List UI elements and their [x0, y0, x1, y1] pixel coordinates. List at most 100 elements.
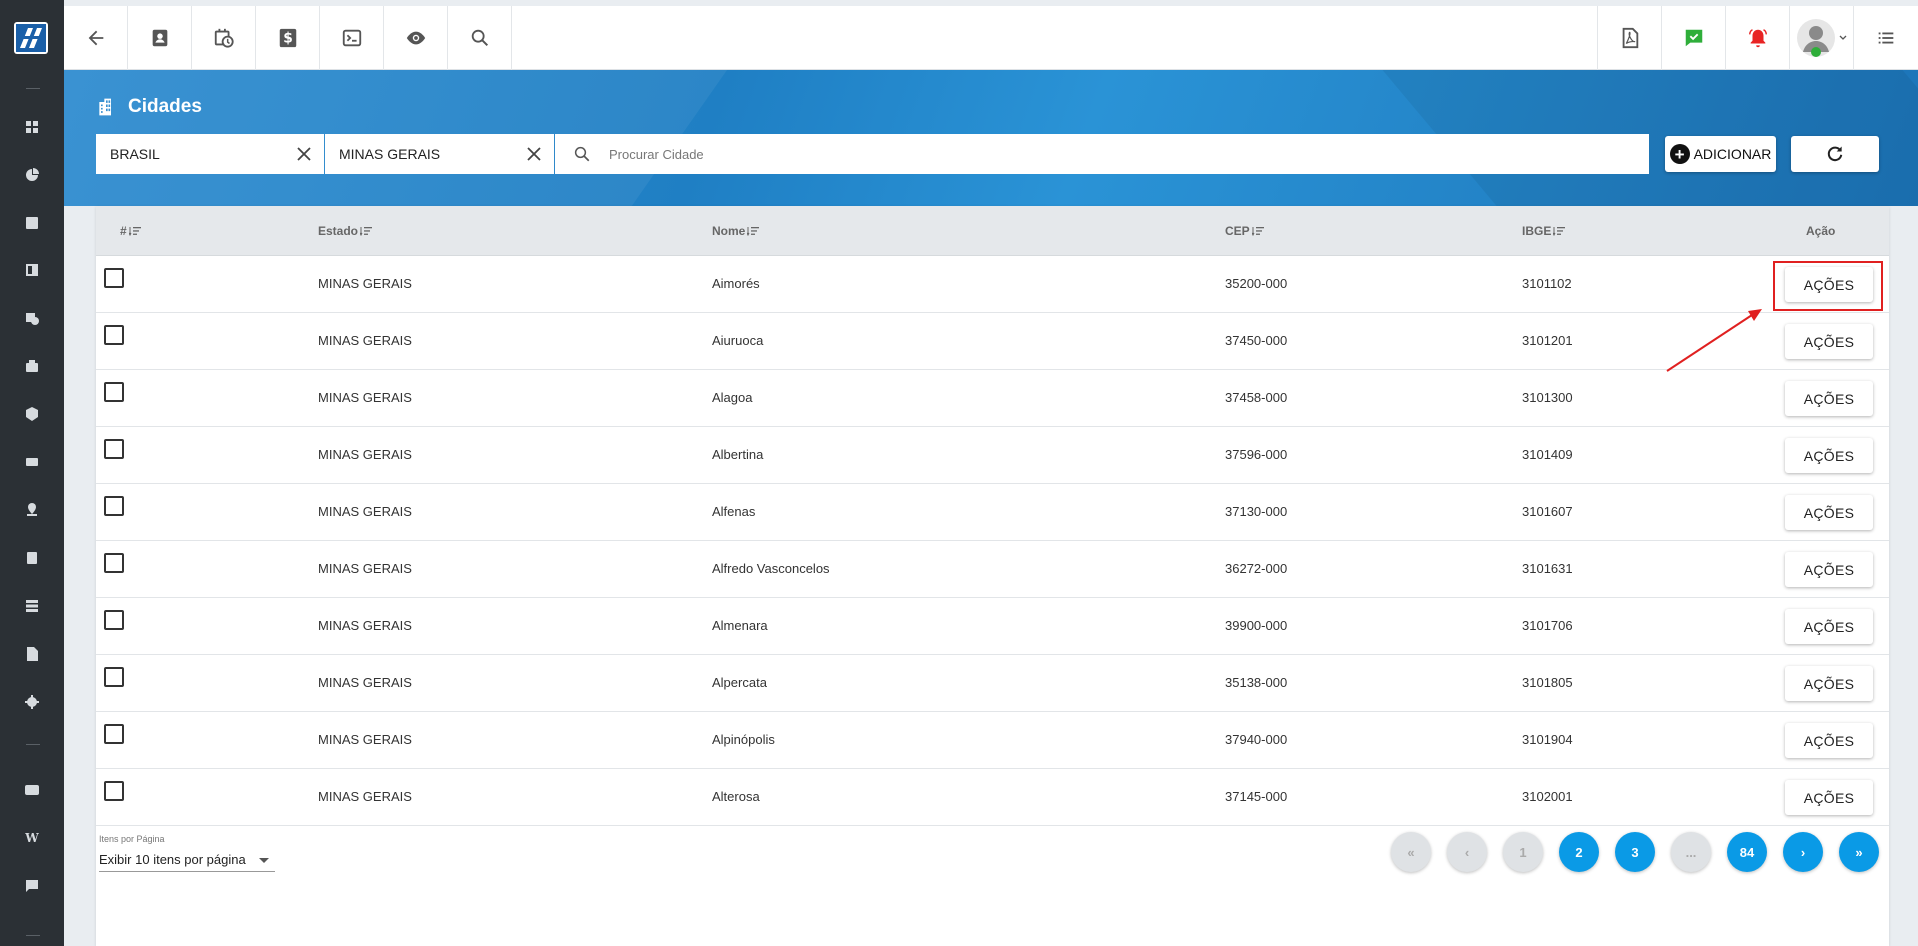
search-button[interactable]	[448, 6, 512, 70]
add-button[interactable]: + ADICIONAR	[1665, 136, 1776, 172]
column-header[interactable]: IBGE	[1522, 224, 1566, 238]
document-list-icon	[27, 552, 37, 564]
search-icon	[574, 146, 590, 162]
sidebar-item-video[interactable]	[22, 780, 42, 800]
row-checkbox[interactable]	[104, 325, 124, 345]
row-checkbox[interactable]	[104, 268, 124, 288]
page-button[interactable]: ...	[1671, 832, 1711, 872]
state-filter[interactable]: MINAS GERAIS	[325, 134, 554, 174]
cell-ibge: 3102001	[1522, 789, 1573, 804]
country-filter[interactable]: BRASIL	[96, 134, 324, 174]
sort-icon[interactable]	[1553, 226, 1566, 236]
building-icon	[99, 98, 111, 116]
sidebar-item-package[interactable]	[22, 404, 42, 424]
sidebar-item-money[interactable]	[22, 452, 42, 472]
items-per-page-select[interactable]: Exibir 10 itens por página	[99, 848, 275, 872]
finance-button[interactable]: $	[256, 6, 320, 70]
calendar-clock-icon	[214, 28, 234, 48]
row-checkbox[interactable]	[104, 496, 124, 516]
terminal-button[interactable]	[320, 6, 384, 70]
sidebar-item-map-pin[interactable]	[22, 500, 42, 520]
cell-nome: Albertina	[712, 447, 764, 462]
row-checkbox[interactable]	[104, 382, 124, 402]
page-button[interactable]: 1	[1503, 832, 1543, 872]
page-button[interactable]: »	[1839, 832, 1879, 872]
sidebar-item-document-list[interactable]	[22, 548, 42, 568]
sidebar-divider	[26, 88, 40, 89]
actions-button[interactable]: AÇÕES	[1785, 552, 1873, 587]
sidebar-item-pie-chart[interactable]	[22, 165, 42, 185]
pdf-icon	[1622, 27, 1638, 49]
actions-button[interactable]: AÇÕES	[1785, 495, 1873, 530]
row-checkbox[interactable]	[104, 553, 124, 573]
cell-ibge: 3101607	[1522, 504, 1573, 519]
page-button[interactable]: «	[1391, 832, 1431, 872]
sidebar-item-calendar-clock[interactable]	[22, 308, 42, 328]
messages-button[interactable]	[1661, 6, 1725, 70]
row-checkbox[interactable]	[104, 667, 124, 687]
cell-ibge: 3101805	[1522, 675, 1573, 690]
sort-icon[interactable]	[128, 226, 141, 236]
actions-button[interactable]: AÇÕES	[1785, 609, 1873, 644]
view-button[interactable]	[384, 6, 448, 70]
sidebar-item-wiki[interactable]: W	[22, 828, 42, 848]
logo-icon	[16, 24, 46, 52]
cell-estado: MINAS GERAIS	[318, 789, 412, 804]
sidebar-item-briefcase[interactable]	[22, 356, 42, 376]
column-header-label: Ação	[1806, 224, 1836, 238]
close-icon[interactable]	[294, 144, 314, 164]
column-header[interactable]: #	[120, 224, 141, 238]
row-checkbox[interactable]	[104, 724, 124, 744]
back-button[interactable]	[64, 6, 128, 70]
cell-estado: MINAS GERAIS	[318, 618, 412, 633]
schedule-button[interactable]	[192, 6, 256, 70]
cell-nome: Aiuruoca	[712, 333, 764, 348]
app-logo[interactable]	[14, 22, 48, 54]
column-header[interactable]: Estado	[318, 224, 373, 238]
actions-button[interactable]: AÇÕES	[1785, 381, 1873, 416]
contacts-button[interactable]	[128, 6, 192, 70]
column-header[interactable]: CEP	[1225, 224, 1264, 238]
calendar-clock-icon	[26, 313, 39, 325]
sidebar-item-dashboard[interactable]	[22, 117, 42, 137]
actions-button[interactable]: AÇÕES	[1785, 666, 1873, 701]
close-icon[interactable]	[524, 144, 544, 164]
sidebar-item-board[interactable]	[22, 260, 42, 280]
sidebar-item-file[interactable]	[22, 644, 42, 664]
gear-icon	[25, 695, 39, 709]
actions-button[interactable]: AÇÕES	[1785, 723, 1873, 758]
pdf-button[interactable]	[1597, 6, 1661, 70]
column-header-label: Nome	[712, 224, 746, 238]
cell-estado: MINAS GERAIS	[318, 504, 412, 519]
search-input[interactable]	[609, 144, 1509, 164]
page-button[interactable]: 84	[1727, 832, 1767, 872]
column-header[interactable]: Nome	[712, 224, 760, 238]
sidebar-item-chat[interactable]	[22, 876, 42, 896]
sidebar-item-server[interactable]	[22, 596, 42, 616]
cell-estado: MINAS GERAIS	[318, 333, 412, 348]
menu-button[interactable]	[1853, 6, 1918, 70]
actions-button[interactable]: AÇÕES	[1785, 324, 1873, 359]
page-button[interactable]: ‹	[1447, 832, 1487, 872]
actions-button[interactable]: AÇÕES	[1785, 780, 1873, 815]
pie-chart-icon	[26, 168, 39, 181]
user-menu[interactable]	[1789, 6, 1853, 70]
sort-icon[interactable]	[747, 226, 760, 236]
table-row: MINAS GERAIS Aiuruoca 37450-000 3101201 AÇÕE…	[96, 313, 1889, 370]
row-checkbox[interactable]	[104, 610, 124, 630]
sort-icon[interactable]	[360, 226, 373, 236]
search-icon	[471, 29, 488, 47]
row-checkbox[interactable]	[104, 781, 124, 801]
alarm-button[interactable]	[1725, 6, 1789, 70]
page-button[interactable]: 2	[1559, 832, 1599, 872]
sidebar-item-gear[interactable]	[22, 692, 42, 712]
row-checkbox[interactable]	[104, 439, 124, 459]
page-button[interactable]: ›	[1783, 832, 1823, 872]
sort-icon[interactable]	[1251, 226, 1264, 236]
actions-button[interactable]: AÇÕES	[1785, 438, 1873, 473]
page-button[interactable]: 3	[1615, 832, 1655, 872]
sidebar-item-contact-card[interactable]	[22, 213, 42, 233]
video-icon	[25, 785, 39, 795]
cell-cep: 39900-000	[1225, 618, 1288, 633]
refresh-button[interactable]	[1791, 136, 1879, 172]
